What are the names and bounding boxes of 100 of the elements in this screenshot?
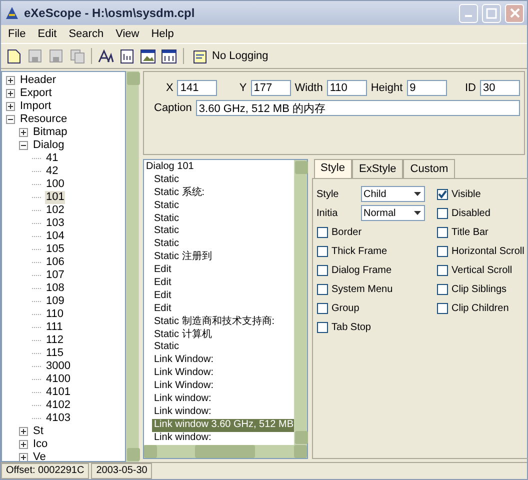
list-item[interactable]: Link window: <box>144 393 294 406</box>
toolbar-button[interactable] <box>118 47 136 65</box>
dropdown[interactable]: Child <box>360 186 425 202</box>
list-item[interactable]: Edit <box>144 290 294 303</box>
checkbox[interactable] <box>436 264 448 276</box>
list-item[interactable]: Static <box>144 200 294 213</box>
tab[interactable]: ExStyle <box>352 159 404 178</box>
property-field[interactable]: 177 <box>250 80 291 96</box>
tree-item[interactable]: 42 <box>45 165 60 178</box>
tree-item[interactable]: 106 <box>45 256 66 269</box>
expand-icon[interactable] <box>6 102 15 111</box>
list-item[interactable]: Edit <box>144 264 294 278</box>
tree-item[interactable]: St <box>32 425 44 438</box>
list-item[interactable]: Link window: <box>144 406 294 419</box>
checkbox[interactable] <box>316 322 328 332</box>
toolbar-button[interactable] <box>139 47 157 65</box>
list-item[interactable]: Link window 3.60 GHz, 512 MB <box>152 418 294 432</box>
menu-item[interactable]: File <box>3 28 31 40</box>
list-item[interactable]: Static 注册到 <box>144 251 294 264</box>
list-item[interactable]: Static <box>144 225 294 238</box>
list-item[interactable]: Link window: <box>144 432 294 445</box>
logging-button[interactable]: No Logging <box>189 47 272 65</box>
tab[interactable]: Custom <box>403 159 456 178</box>
property-field[interactable]: 141 <box>177 80 218 96</box>
toolbar-button[interactable] <box>97 47 115 65</box>
list-item[interactable]: Static <box>144 212 294 226</box>
tree-item[interactable]: 103 <box>45 217 66 230</box>
menu-item[interactable]: Help <box>146 28 179 40</box>
checkbox[interactable] <box>436 284 448 294</box>
collapse-icon[interactable] <box>6 115 15 124</box>
property-field[interactable]: 110 <box>326 80 367 96</box>
list-item[interactable]: Static <box>144 238 294 252</box>
tree-item[interactable]: 3000 <box>45 360 72 373</box>
dropdown[interactable]: Normal <box>360 205 425 221</box>
checkbox[interactable] <box>436 246 448 256</box>
tree-item[interactable]: Dialog <box>32 139 66 152</box>
tree-item[interactable]: 105 <box>45 243 66 256</box>
list-item[interactable]: Dialog 101 <box>144 161 294 174</box>
tree-item[interactable]: 108 <box>45 282 66 295</box>
tree-item[interactable]: 102 <box>45 204 66 217</box>
toolbar-button[interactable] <box>160 47 178 65</box>
list-item[interactable]: Link Window: <box>144 354 294 368</box>
list-item[interactable]: Edit <box>144 277 294 290</box>
tree-item[interactable]: Resource <box>19 113 68 126</box>
tree-item[interactable]: 111 <box>45 321 64 334</box>
tree-item[interactable]: 112 <box>45 334 65 347</box>
scrollbar[interactable] <box>294 160 307 445</box>
horizontal-scrollbar[interactable] <box>144 445 307 458</box>
list-item[interactable]: Static 计算机 <box>144 328 294 342</box>
expand-icon[interactable] <box>19 128 28 137</box>
list-item[interactable]: Static 系统: <box>144 186 294 200</box>
tree-item[interactable]: 110 <box>45 308 65 321</box>
list-item[interactable]: Link Window: <box>144 380 294 394</box>
tree-item[interactable]: Ve <box>32 451 47 461</box>
expand-icon[interactable] <box>6 76 15 85</box>
toolbar-button[interactable] <box>5 47 23 65</box>
tab[interactable]: Style <box>314 159 352 178</box>
checkbox[interactable] <box>316 246 328 256</box>
collapse-icon[interactable] <box>19 141 28 150</box>
list-item[interactable]: Static <box>144 174 294 187</box>
tree-item[interactable]: 109 <box>45 295 66 308</box>
list-item[interactable]: Edit <box>144 302 294 316</box>
list-item[interactable]: Static 制造商和技术支持商: <box>144 316 294 329</box>
checkbox[interactable] <box>316 302 328 314</box>
checkbox[interactable] <box>436 302 448 314</box>
tree-item[interactable]: 107 <box>45 269 66 282</box>
tree-item[interactable]: 4103 <box>45 412 72 425</box>
tree-item[interactable]: 4100 <box>45 373 72 386</box>
tree-item[interactable]: 41 <box>45 152 60 165</box>
tree-item[interactable]: 100 <box>45 178 66 191</box>
list-item[interactable]: Link Window: <box>144 367 294 380</box>
tree-item[interactable]: Bitmap <box>32 126 68 139</box>
tree-item[interactable]: Ico <box>32 438 49 451</box>
tree-item[interactable]: 4102 <box>45 399 72 412</box>
tree-item[interactable]: Header <box>19 74 58 87</box>
tree-item[interactable]: 101 <box>45 191 66 204</box>
list-item[interactable]: Static <box>144 341 294 354</box>
checkbox[interactable] <box>436 188 448 200</box>
tree-item[interactable]: 104 <box>45 230 66 243</box>
field-label: Style <box>316 188 340 200</box>
property-field[interactable]: 30 <box>480 80 520 96</box>
checkbox[interactable] <box>316 264 328 276</box>
checkbox[interactable] <box>436 226 448 238</box>
checkbox[interactable] <box>316 284 328 294</box>
property-field[interactable]: 9 <box>406 80 447 96</box>
tree-item[interactable]: 115 <box>45 347 65 360</box>
expand-icon[interactable] <box>19 427 28 436</box>
checkbox[interactable] <box>436 208 448 218</box>
tree-item[interactable]: Import <box>19 100 52 113</box>
tree-item[interactable]: 4101 <box>45 386 72 399</box>
menu-item[interactable]: View <box>110 28 144 40</box>
caption-field[interactable]: 3.60 GHz, 512 MB 的内存 <box>196 100 520 116</box>
scrollbar[interactable] <box>126 71 139 462</box>
expand-icon[interactable] <box>19 440 28 449</box>
tree-item[interactable]: Export <box>19 87 53 100</box>
checkbox[interactable] <box>316 226 328 238</box>
expand-icon[interactable] <box>6 89 15 98</box>
menu-item[interactable]: Search <box>64 28 109 40</box>
expand-icon[interactable] <box>19 453 28 461</box>
menu-item[interactable]: Edit <box>32 28 62 40</box>
